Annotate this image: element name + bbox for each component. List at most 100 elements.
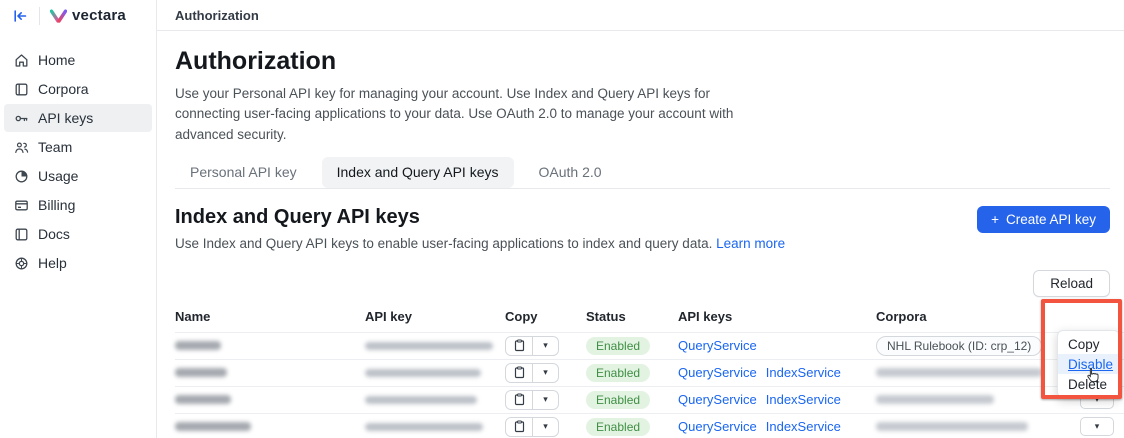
redacted-name [175, 341, 221, 350]
column-header-api-keys: API keys [678, 309, 876, 333]
sidebar-item-label: Docs [38, 226, 70, 242]
section-description: Use Index and Query API keys to enable u… [175, 236, 785, 251]
create-api-key-label: Create API key [1006, 212, 1096, 227]
collapse-sidebar-icon[interactable] [13, 9, 28, 23]
sidebar-item-docs[interactable]: Docs [4, 220, 152, 248]
row-actions-button[interactable]: ▾ [1080, 417, 1114, 436]
index-service-link[interactable]: IndexService [766, 392, 841, 407]
tab-personal-api-key[interactable]: Personal API key [175, 157, 312, 188]
caret-down-icon: ▾ [543, 368, 548, 377]
reload-button[interactable]: Reload [1033, 270, 1110, 297]
copy-button-group[interactable]: ▾ [505, 417, 559, 437]
corpora-icon [14, 82, 29, 97]
clipboard-icon[interactable] [506, 418, 532, 436]
query-service-link[interactable]: QueryService [678, 338, 757, 353]
vectara-logo-icon [50, 9, 67, 23]
column-header-api-key: API key [365, 309, 505, 333]
billing-icon [14, 198, 29, 213]
copy-dropdown-button[interactable]: ▾ [532, 418, 558, 436]
sidebar-item-billing[interactable]: Billing [4, 191, 152, 219]
redacted-name [175, 395, 231, 404]
sidebar-item-label: Home [38, 52, 75, 68]
breadcrumb: Authorization [175, 8, 259, 23]
reload-row: Reload [175, 270, 1110, 297]
status-badge: Enabled [586, 418, 650, 436]
divider [39, 7, 40, 25]
table-row: ▾ Enabled QueryServiceIndexService ▾ [175, 359, 1124, 386]
sidebar-item-label: Corpora [38, 81, 89, 97]
hand-cursor-icon [1085, 367, 1100, 388]
vectara-logo[interactable]: vectara [50, 7, 126, 24]
redacted-corpus [876, 395, 994, 404]
caret-down-icon: ▾ [1095, 422, 1100, 431]
index-service-link[interactable]: IndexService [766, 365, 841, 380]
copy-dropdown-button[interactable]: ▾ [532, 364, 558, 382]
table-row: ▾ Enabled QueryServiceIndexService ▾ [175, 386, 1124, 413]
create-api-key-button[interactable]: + Create API key [977, 206, 1110, 233]
tab-index-query-api-keys[interactable]: Index and Query API keys [322, 157, 514, 188]
menu-item-copy[interactable]: Copy [1058, 334, 1119, 354]
copy-dropdown-button[interactable]: ▾ [532, 337, 558, 355]
redacted-name [175, 422, 251, 431]
tab-bar: Personal API key Index and Query API key… [175, 157, 1110, 189]
clipboard-icon[interactable] [506, 364, 532, 382]
sidebar-nav: Home Corpora API keys Team Usage Billing [0, 46, 156, 277]
app-window: vectara Home Corpora API keys Team [0, 0, 1124, 438]
section-title: Index and Query API keys [175, 206, 785, 229]
query-service-link[interactable]: QueryService [678, 419, 757, 434]
clipboard-icon[interactable] [506, 337, 532, 355]
api-keys-table: Name API key Copy Status API keys Corpor… [175, 309, 1124, 438]
caret-down-icon: ▾ [543, 395, 548, 404]
column-header-copy: Copy [505, 309, 586, 333]
redacted-corpus [876, 368, 1042, 377]
topbar: Authorization [157, 0, 1124, 31]
key-icon [14, 111, 29, 126]
copy-button-group[interactable]: ▾ [505, 336, 559, 356]
query-service-link[interactable]: QueryService [678, 365, 757, 380]
copy-dropdown-button[interactable]: ▾ [532, 391, 558, 409]
sidebar-item-team[interactable]: Team [4, 133, 152, 161]
sidebar-header: vectara [0, 0, 156, 31]
redacted-api-key [365, 342, 493, 350]
status-badge: Enabled [586, 337, 650, 355]
caret-down-icon: ▾ [543, 422, 548, 431]
help-icon [14, 256, 29, 271]
copy-button-group[interactable]: ▾ [505, 390, 559, 410]
table-header-row: Name API key Copy Status API keys Corpor… [175, 309, 1124, 333]
query-service-link[interactable]: QueryService [678, 392, 757, 407]
caret-down-icon: ▾ [543, 341, 548, 350]
sidebar: vectara Home Corpora API keys Team [0, 0, 157, 438]
learn-more-link[interactable]: Learn more [716, 236, 785, 251]
redacted-name [175, 368, 227, 377]
redacted-api-key [365, 369, 481, 377]
sidebar-item-help[interactable]: Help [4, 249, 152, 277]
page-title: Authorization [175, 47, 1110, 76]
sidebar-item-label: Team [38, 139, 72, 155]
redacted-api-key [365, 423, 483, 431]
sidebar-item-label: Billing [38, 197, 75, 213]
copy-button-group[interactable]: ▾ [505, 363, 559, 383]
usage-icon [14, 169, 29, 184]
index-service-link[interactable]: IndexService [766, 419, 841, 434]
content: Authorization Use your Personal API key … [157, 47, 1124, 438]
main-area: Authorization Authorization Use your Per… [157, 0, 1124, 438]
table-row: ▾ Enabled QueryService NHL Rulebook (ID:… [175, 332, 1124, 359]
sidebar-item-usage[interactable]: Usage [4, 162, 152, 190]
page-description: Use your Personal API key for managing y… [175, 84, 767, 145]
section-header: Index and Query API keys Use Index and Q… [175, 206, 1110, 251]
redacted-api-key [365, 396, 477, 404]
logo-wordmark: vectara [72, 7, 126, 24]
sidebar-item-api-keys[interactable]: API keys [4, 104, 152, 132]
sidebar-item-home[interactable]: Home [4, 46, 152, 74]
team-icon [14, 140, 29, 155]
plus-icon: + [991, 212, 999, 227]
section-description-text: Use Index and Query API keys to enable u… [175, 236, 712, 251]
sidebar-item-label: Usage [38, 168, 78, 184]
tab-oauth[interactable]: OAuth 2.0 [524, 157, 617, 188]
column-header-corpora: Corpora [876, 309, 1048, 333]
docs-icon [14, 227, 29, 242]
status-badge: Enabled [586, 364, 650, 382]
clipboard-icon[interactable] [506, 391, 532, 409]
status-badge: Enabled [586, 391, 650, 409]
sidebar-item-corpora[interactable]: Corpora [4, 75, 152, 103]
